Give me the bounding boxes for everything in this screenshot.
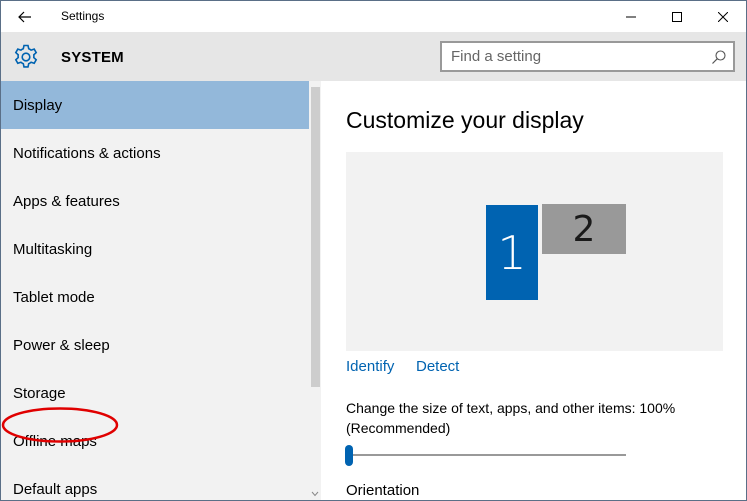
minimize-button[interactable]: [608, 1, 654, 32]
detect-link[interactable]: Detect: [416, 358, 459, 375]
sidebar-item-notifications[interactable]: Notifications & actions: [1, 129, 309, 177]
minimize-icon: [626, 16, 636, 17]
back-arrow-icon: [18, 11, 31, 23]
maximize-button[interactable]: [654, 1, 700, 32]
sidebar-item-label: Display: [13, 96, 63, 114]
window-title: Settings: [61, 9, 105, 23]
monitor-1[interactable]: 1: [486, 205, 538, 300]
sidebar-item-tablet-mode[interactable]: Tablet mode: [1, 273, 309, 321]
sidebar-item-default-apps[interactable]: Default apps: [1, 465, 309, 500]
close-button[interactable]: [700, 1, 746, 32]
chevron-down-icon: [311, 491, 319, 497]
scale-slider-thumb[interactable]: [345, 445, 353, 466]
sidebar-nav: Display Notifications & actions Apps & f…: [1, 81, 321, 500]
page-title: Customize your display: [346, 107, 584, 133]
sidebar-item-label: Power & sleep: [13, 336, 110, 354]
identify-link[interactable]: Identify: [346, 358, 394, 375]
maximize-icon: [672, 11, 682, 22]
sidebar-item-label: Tablet mode: [13, 288, 95, 306]
search-icon[interactable]: [711, 49, 727, 65]
search-box[interactable]: [440, 41, 735, 72]
scroll-down-button[interactable]: [310, 489, 320, 499]
sidebar-item-label: Offline maps: [13, 432, 97, 450]
sidebar-item-label: Multitasking: [13, 240, 93, 258]
sidebar-item-label: Storage: [13, 384, 66, 402]
search-input[interactable]: [442, 43, 702, 70]
main-content: Customize your display 1 2 Identify Dete…: [321, 81, 746, 500]
sidebar-item-label: Notifications & actions: [13, 144, 161, 162]
settings-window: Settings SYSTEM Find a setting Display N…: [0, 0, 747, 501]
gear-icon: [14, 44, 38, 68]
scale-label: Change the size of text, apps, and other…: [346, 400, 676, 436]
monitor-number: 1: [497, 225, 527, 280]
back-button[interactable]: [9, 4, 41, 30]
monitor-number: 2: [572, 208, 596, 250]
sidebar-item-power-sleep[interactable]: Power & sleep: [1, 321, 309, 369]
sidebar-item-offline-maps[interactable]: Offline maps: [1, 417, 309, 465]
title-bar: Settings: [1, 1, 746, 32]
sidebar-item-label: Apps & features: [13, 192, 120, 210]
sidebar-item-display[interactable]: Display: [1, 81, 309, 129]
settings-header: SYSTEM: [1, 32, 746, 81]
scale-slider-track[interactable]: [346, 454, 626, 456]
section-title: SYSTEM: [61, 49, 124, 66]
scrollbar-thumb[interactable]: [311, 87, 320, 387]
display-arrangement: 1 2: [346, 152, 723, 351]
orientation-label: Orientation: [346, 482, 420, 499]
sidebar-item-apps-features[interactable]: Apps & features: [1, 177, 309, 225]
sidebar-item-label: Default apps: [13, 480, 98, 498]
sidebar-item-multitasking[interactable]: Multitasking: [1, 225, 309, 273]
monitor-2[interactable]: 2: [542, 204, 626, 254]
close-icon: [718, 11, 728, 22]
sidebar-item-storage[interactable]: Storage: [1, 369, 309, 417]
